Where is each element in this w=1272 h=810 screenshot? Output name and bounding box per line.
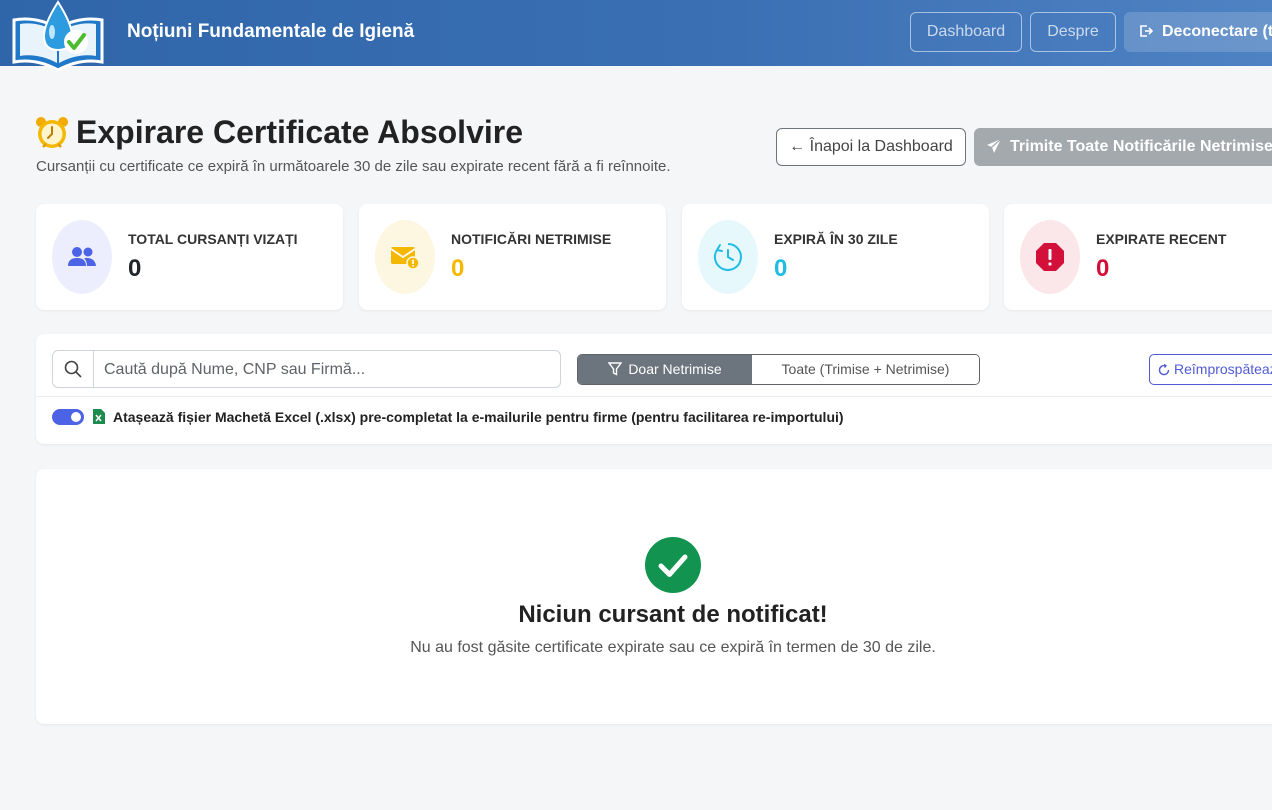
alarm-clock-icon	[35, 116, 69, 155]
refresh-button[interactable]: Reîmprospătează	[1149, 354, 1272, 385]
stat-card-total: TOTAL CURSANȚI VIZAȚI 0	[36, 204, 343, 310]
logout-label: Deconectare (t	[1162, 23, 1272, 40]
excel-file-icon	[93, 409, 105, 429]
stat-label: NOTIFICĂRI NETRIMISE	[451, 231, 612, 247]
clock-icon	[698, 220, 758, 294]
stat-label: EXPIRĂ ÎN 30 ZILE	[774, 231, 898, 247]
stat-value: 0	[774, 255, 788, 282]
stat-value: 0	[451, 255, 465, 282]
stop-exclamation-icon	[1020, 220, 1080, 294]
refresh-icon	[1158, 363, 1170, 376]
app-logo[interactable]	[10, 0, 106, 74]
logout-button[interactable]: Deconectare (t	[1124, 12, 1272, 52]
filter-unsent-button[interactable]: Doar Netrimise	[578, 355, 752, 384]
empty-state-message: Nu au fost găsite certificate expirate s…	[410, 639, 936, 656]
nav-despre-button[interactable]: Despre	[1030, 12, 1116, 52]
filter-all-button[interactable]: Toate (Trimise + Netrimise)	[752, 355, 979, 384]
empty-state-title: Niciun cursant de notificat!	[518, 601, 828, 628]
search-icon	[53, 351, 94, 387]
check-circle-icon	[645, 537, 701, 598]
search-input[interactable]	[94, 351, 566, 389]
attach-excel-label[interactable]: Atașează fișier Machetă Excel (.xlsx) pr…	[113, 409, 844, 425]
stat-value: 0	[128, 255, 142, 282]
logout-icon	[1140, 25, 1154, 37]
nav-dashboard-button[interactable]: Dashboard	[910, 12, 1022, 52]
divider	[36, 396, 1272, 397]
envelope-exclamation-icon	[375, 220, 435, 294]
page-subtitle: Cursanții cu certificate ce expiră în ur…	[36, 158, 671, 175]
users-icon	[52, 220, 112, 294]
send-all-label: Trimite Toate Notificările Netrimise	[1010, 138, 1272, 155]
empty-state-card: Niciun cursant de notificat! Nu au fost …	[36, 469, 1272, 724]
attach-excel-toggle[interactable]	[52, 409, 84, 425]
stat-card-expiring: EXPIRĂ ÎN 30 ZILE 0	[682, 204, 989, 310]
app-brand-title[interactable]: Noțiuni Fundamentale de Igienă	[127, 21, 414, 43]
back-to-dashboard-button[interactable]: ← Înapoi la Dashboard	[776, 128, 966, 166]
filter-icon	[607, 362, 623, 376]
send-icon	[987, 138, 1002, 153]
stat-card-unsent: NOTIFICĂRI NETRIMISE 0	[359, 204, 666, 310]
stat-card-expired: EXPIRATE RECENT 0	[1004, 204, 1272, 310]
top-navbar: Noțiuni Fundamentale de Igienă Dashboard…	[0, 0, 1272, 72]
stat-label: EXPIRATE RECENT	[1096, 231, 1227, 247]
stat-label: TOTAL CURSANȚI VIZAȚI	[128, 231, 298, 247]
stat-value: 0	[1096, 255, 1110, 282]
refresh-label: Reîmprospătează	[1174, 361, 1272, 377]
page-title: Expirare Certificate Absolvire	[76, 114, 523, 150]
send-status-filter: Doar Netrimise Toate (Trimise + Netrimis…	[577, 354, 980, 385]
send-all-notifications-button[interactable]: Trimite Toate Notificările Netrimise	[974, 128, 1272, 166]
search-box	[52, 350, 566, 389]
filter-card: Doar Netrimise Toate (Trimise + Netrimis…	[36, 334, 1272, 444]
filter-unsent-label: Doar Netrimise	[628, 361, 722, 377]
